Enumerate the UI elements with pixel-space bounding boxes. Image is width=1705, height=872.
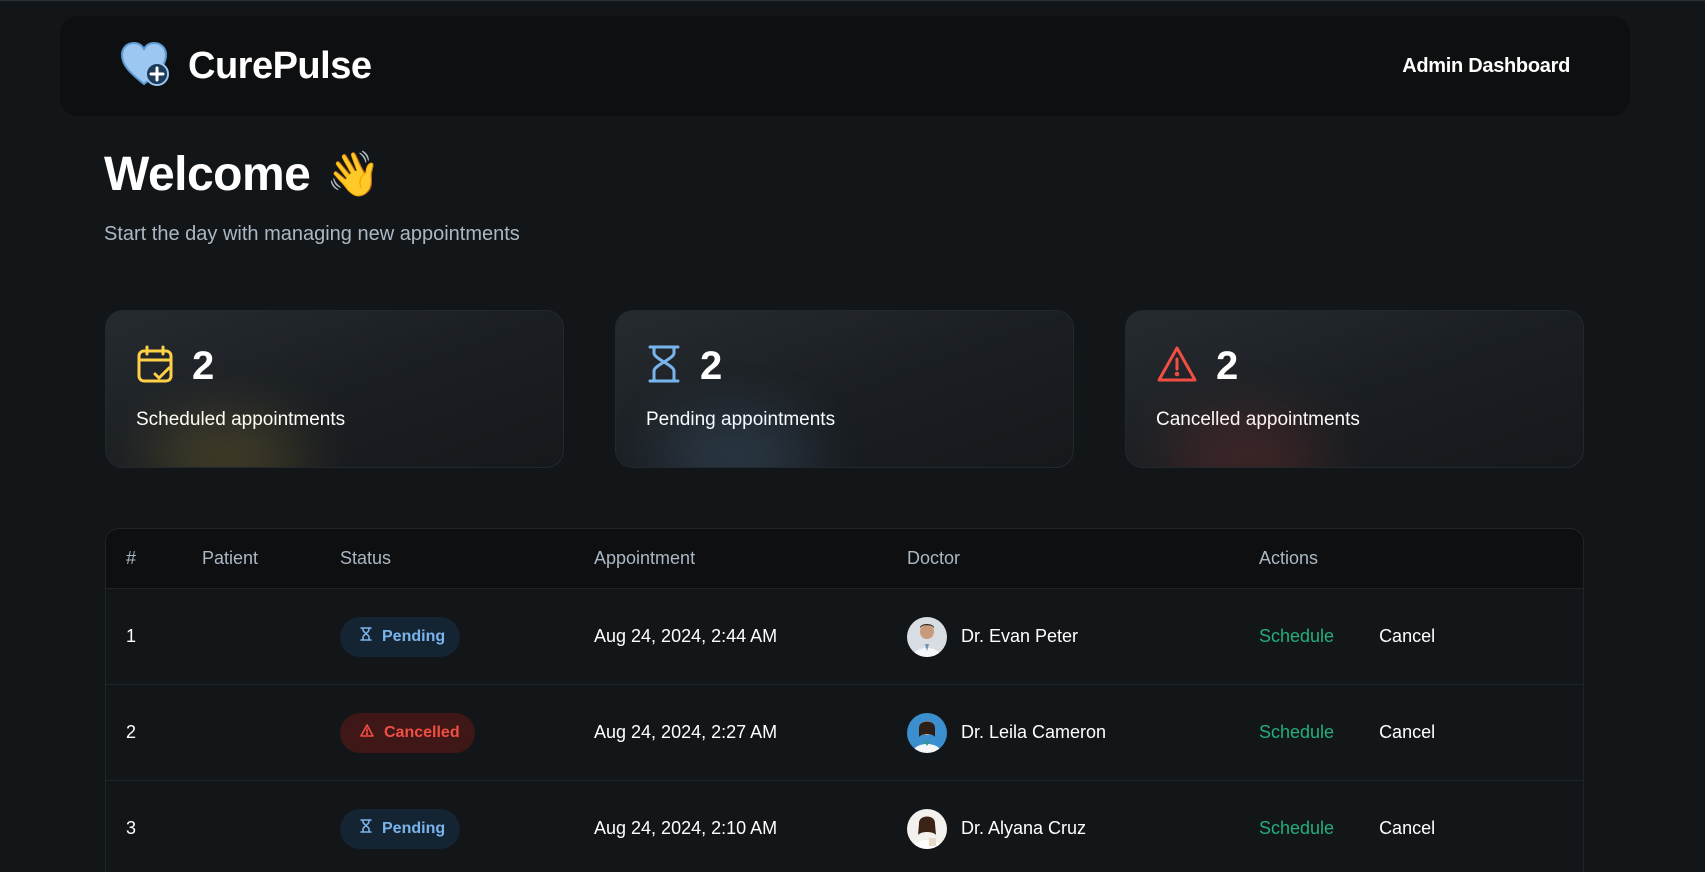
- header-title: Admin Dashboard: [1402, 54, 1570, 77]
- hourglass-icon: [646, 344, 682, 389]
- doctor-name: Dr. Evan Peter: [961, 626, 1079, 646]
- doctor-name: Dr. Leila Cameron: [961, 722, 1107, 742]
- waving-hand-icon: 👋: [326, 149, 382, 199]
- stat-count: 2: [1216, 343, 1239, 388]
- row-number: 2: [126, 722, 137, 742]
- page-title: Welcome: [104, 148, 311, 201]
- heart-plus-icon: [120, 40, 172, 93]
- status-badge: Cancelled: [340, 712, 475, 753]
- cancel-button[interactable]: Cancel: [1379, 818, 1435, 839]
- stat-count: 2: [700, 343, 723, 388]
- schedule-button[interactable]: Schedule: [1259, 626, 1334, 647]
- avatar: [907, 712, 947, 753]
- appointment-datetime: Aug 24, 2024, 2:44 AM: [594, 626, 778, 646]
- stat-label: Scheduled appointments: [136, 409, 346, 430]
- row-number: 3: [126, 818, 137, 838]
- top-header: CurePulse Admin Dashboard: [60, 16, 1630, 116]
- status-badge: Pending: [340, 808, 461, 849]
- column-header-doctor: Doctor: [907, 548, 961, 568]
- brand[interactable]: CurePulse: [120, 40, 372, 93]
- schedule-button[interactable]: Schedule: [1259, 818, 1334, 839]
- column-header-patient: Patient: [202, 548, 259, 568]
- calendar-check-icon: [136, 344, 174, 389]
- brand-name: CurePulse: [188, 44, 372, 87]
- column-header-status: Status: [340, 548, 392, 568]
- stat-card-cancelled: 2 Cancelled appointments: [1125, 310, 1584, 468]
- column-header-number: #: [126, 548, 137, 568]
- table-row: 1 Pending Aug 24, 2024, 2:44 AM Dr. Evan…: [106, 589, 1583, 685]
- stat-label: Cancelled appointments: [1156, 409, 1360, 430]
- column-header-actions: Actions: [1259, 548, 1319, 568]
- page-subtitle: Start the day with managing new appointm…: [104, 223, 520, 245]
- table-row: 3 Pending Aug 24, 2024, 2:10 AM Dr. Alya…: [106, 781, 1583, 872]
- avatar: [907, 808, 947, 849]
- avatar: [907, 616, 947, 657]
- dashboard-page: CurePulse Admin Dashboard Welcome 👋 Star…: [0, 0, 1705, 872]
- appointments-table: # Patient Status Appointment Doctor Acti…: [105, 528, 1584, 872]
- alert-triangle-icon: [1156, 345, 1198, 388]
- hourglass-icon: [360, 819, 372, 838]
- status-label: Pending: [382, 627, 446, 645]
- stat-label: Pending appointments: [646, 409, 836, 430]
- status-badge: Pending: [340, 616, 461, 657]
- appointment-datetime: Aug 24, 2024, 2:10 AM: [594, 818, 778, 838]
- hourglass-icon: [360, 627, 372, 646]
- stat-cards: 2 Scheduled appointments 2 Pending appoi…: [105, 310, 1584, 468]
- welcome-heading: Welcome 👋: [104, 147, 381, 202]
- doctor-name: Dr. Alyana Cruz: [961, 818, 1087, 838]
- schedule-button[interactable]: Schedule: [1259, 722, 1334, 743]
- appointment-datetime: Aug 24, 2024, 2:27 AM: [594, 722, 778, 742]
- cancel-button[interactable]: Cancel: [1379, 722, 1435, 743]
- column-header-appointment: Appointment: [594, 548, 696, 568]
- status-label: Cancelled: [384, 723, 460, 741]
- stat-card-pending: 2 Pending appointments: [615, 310, 1074, 468]
- table-row: 2 Cancelled Aug 24, 2024, 2:27 AM Dr. Le…: [106, 685, 1583, 781]
- stat-count: 2: [192, 343, 215, 388]
- stat-card-scheduled: 2 Scheduled appointments: [105, 310, 564, 468]
- table-header: # Patient Status Appointment Doctor Acti…: [106, 529, 1583, 589]
- alert-triangle-icon: [360, 723, 374, 742]
- cancel-button[interactable]: Cancel: [1379, 626, 1435, 647]
- row-number: 1: [126, 626, 137, 646]
- status-label: Pending: [382, 819, 446, 837]
